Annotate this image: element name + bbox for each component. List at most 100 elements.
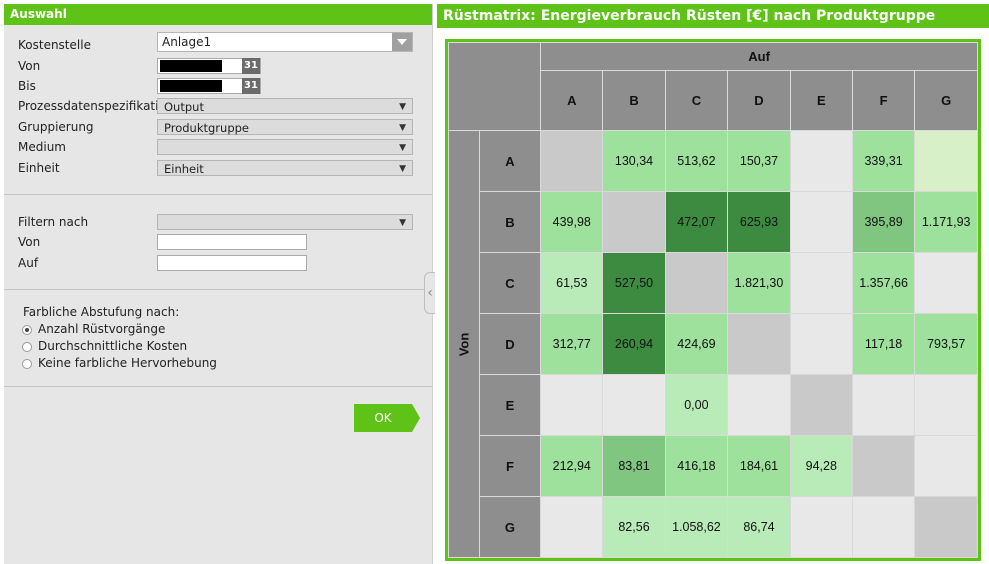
- matrix-cell[interactable]: [851, 496, 916, 558]
- filter-auf-row: Auf: [4, 254, 432, 274]
- matrix-cell[interactable]: [851, 435, 916, 497]
- redacted-value: [160, 60, 222, 72]
- selection-panel: Auswahl Kostenstelle Anlage1 Von 31 Bis …: [4, 4, 433, 564]
- von-label: Von: [18, 59, 41, 73]
- matrix-cell[interactable]: 130,34: [602, 130, 666, 192]
- calendar-icon[interactable]: 31: [242, 58, 260, 74]
- matrix-cell[interactable]: 1.821,30: [727, 252, 791, 314]
- matrix-cell[interactable]: [540, 496, 604, 558]
- einheit-row: Einheit Einheit ▼: [4, 159, 432, 179]
- matrix-cell[interactable]: 395,89: [851, 191, 916, 253]
- radio-icon[interactable]: [22, 342, 32, 352]
- kostenstelle-combo[interactable]: Anlage1: [157, 32, 413, 52]
- radio-selected-icon[interactable]: [22, 325, 32, 335]
- matrix-cell[interactable]: [914, 130, 978, 192]
- matrix-cell[interactable]: 0,00: [664, 374, 729, 436]
- matrix-cell[interactable]: [602, 191, 666, 253]
- matrix-cell[interactable]: [914, 252, 978, 314]
- row-header: A: [478, 130, 542, 192]
- matrix-row: E 0,00: [449, 374, 978, 436]
- matrix-cell[interactable]: 150,37: [727, 130, 791, 192]
- matrix-cell[interactable]: 212,94: [540, 435, 604, 497]
- matrix-cell[interactable]: [602, 374, 666, 436]
- redacted-value: [160, 80, 222, 92]
- einheit-select[interactable]: Einheit ▼: [157, 160, 413, 176]
- matrix-row: C 61,53 527,50 1.821,30 1.357,66: [449, 252, 978, 314]
- matrix-row: G 82,56 1.058,62 86,74: [449, 496, 978, 558]
- matrix-cell[interactable]: 61,53: [540, 252, 604, 314]
- medium-select[interactable]: ▼: [157, 139, 413, 155]
- matrix-cell[interactable]: 793,57: [914, 313, 978, 375]
- matrix-cell[interactable]: [789, 374, 853, 436]
- panel-title: Auswahl: [4, 4, 432, 25]
- einheit-label: Einheit: [18, 161, 60, 175]
- matrix-corner: [447, 42, 542, 131]
- collapse-panel-chevron-left-icon[interactable]: ‹: [424, 272, 435, 314]
- matrix-panel: Rüstmatrix: Energieverbrauch Rüsten [€] …: [437, 4, 989, 564]
- matrix-cell[interactable]: 94,28: [789, 435, 853, 497]
- matrix-cell[interactable]: 86,74: [727, 496, 791, 558]
- gruppierung-label: Gruppierung: [18, 120, 94, 134]
- matrix-cell[interactable]: [540, 374, 604, 436]
- filter-von-input[interactable]: [157, 234, 307, 250]
- matrix-cell[interactable]: [789, 313, 853, 375]
- filtern-nach-select[interactable]: ▼: [157, 214, 413, 230]
- matrix-cell[interactable]: 439,98: [540, 191, 604, 253]
- matrix-cell[interactable]: 339,31: [851, 130, 916, 192]
- row-header: G: [478, 496, 542, 558]
- matrix-cell[interactable]: 82,56: [602, 496, 666, 558]
- filter-von-row: Von: [4, 233, 432, 253]
- radio-icon[interactable]: [22, 359, 32, 369]
- matrix-cell[interactable]: [727, 374, 791, 436]
- matrix-cell[interactable]: 184,61: [727, 435, 791, 497]
- calendar-icon[interactable]: 31: [242, 78, 260, 94]
- matrix-cell[interactable]: [789, 130, 853, 192]
- matrix-cell[interactable]: 83,81: [602, 435, 666, 497]
- ok-button[interactable]: OK: [354, 404, 420, 432]
- matrix-title: Rüstmatrix: Energieverbrauch Rüsten [€] …: [437, 4, 989, 28]
- matrix-cell[interactable]: [789, 496, 853, 558]
- matrix-cell[interactable]: 472,07: [664, 191, 729, 253]
- matrix-cell[interactable]: [851, 374, 916, 436]
- row-header: F: [478, 435, 542, 497]
- matrix-row: Von A 130,34 513,62 150,37 339,31: [448, 130, 978, 558]
- matrix-cell[interactable]: [664, 252, 729, 314]
- matrix-cell[interactable]: 424,69: [664, 313, 729, 375]
- row-header: C: [478, 252, 542, 314]
- matrix-cell[interactable]: 625,93: [727, 191, 791, 253]
- gruppierung-value: Produktgruppe: [164, 121, 249, 135]
- filter-auf-input[interactable]: [157, 255, 307, 271]
- gruppierung-select[interactable]: Produktgruppe ▼: [157, 119, 413, 135]
- matrix-cell[interactable]: 1.357,66: [851, 252, 916, 314]
- matrix-cell[interactable]: 1.058,62: [664, 496, 729, 558]
- matrix-cell[interactable]: 527,50: [602, 252, 666, 314]
- setup-matrix: Auf A B C D E F G Von A 130,34 513,62 150,37 339,31 B 4…: [445, 39, 981, 561]
- matrix-cell[interactable]: 312,77: [540, 313, 604, 375]
- matrix-cell[interactable]: 416,18: [664, 435, 729, 497]
- matrix-cell[interactable]: 260,94: [602, 313, 666, 375]
- prozess-select[interactable]: Output ▼: [157, 98, 413, 114]
- filter-auf-label: Auf: [18, 256, 39, 270]
- divider: [4, 194, 432, 195]
- matrix-cell[interactable]: [540, 130, 604, 192]
- dropdown-arrow-icon: ▼: [399, 123, 406, 133]
- chevron-down-icon[interactable]: [392, 33, 412, 51]
- matrix-cell[interactable]: [914, 435, 978, 497]
- von-date-field[interactable]: 31: [157, 58, 261, 74]
- dropdown-arrow-icon: ▼: [399, 102, 406, 112]
- matrix-cell[interactable]: [789, 191, 853, 253]
- matrix-cell[interactable]: 117,18: [851, 313, 916, 375]
- matrix-cell[interactable]: [789, 252, 853, 314]
- row-header: E: [478, 374, 542, 436]
- column-header: D: [727, 70, 791, 131]
- matrix-cell[interactable]: 1.171,93: [914, 191, 978, 253]
- matrix-cell[interactable]: 513,62: [664, 130, 729, 192]
- column-header: C: [664, 70, 729, 131]
- bis-date-field[interactable]: 31: [157, 78, 261, 94]
- matrix-cell[interactable]: [914, 374, 978, 436]
- matrix-cell[interactable]: [914, 496, 978, 558]
- radio-label: Keine farbliche Hervorhebung: [38, 356, 217, 370]
- matrix-cell[interactable]: [727, 313, 791, 375]
- bis-label: Bis: [18, 79, 36, 93]
- col-group-label: Auf: [540, 42, 978, 71]
